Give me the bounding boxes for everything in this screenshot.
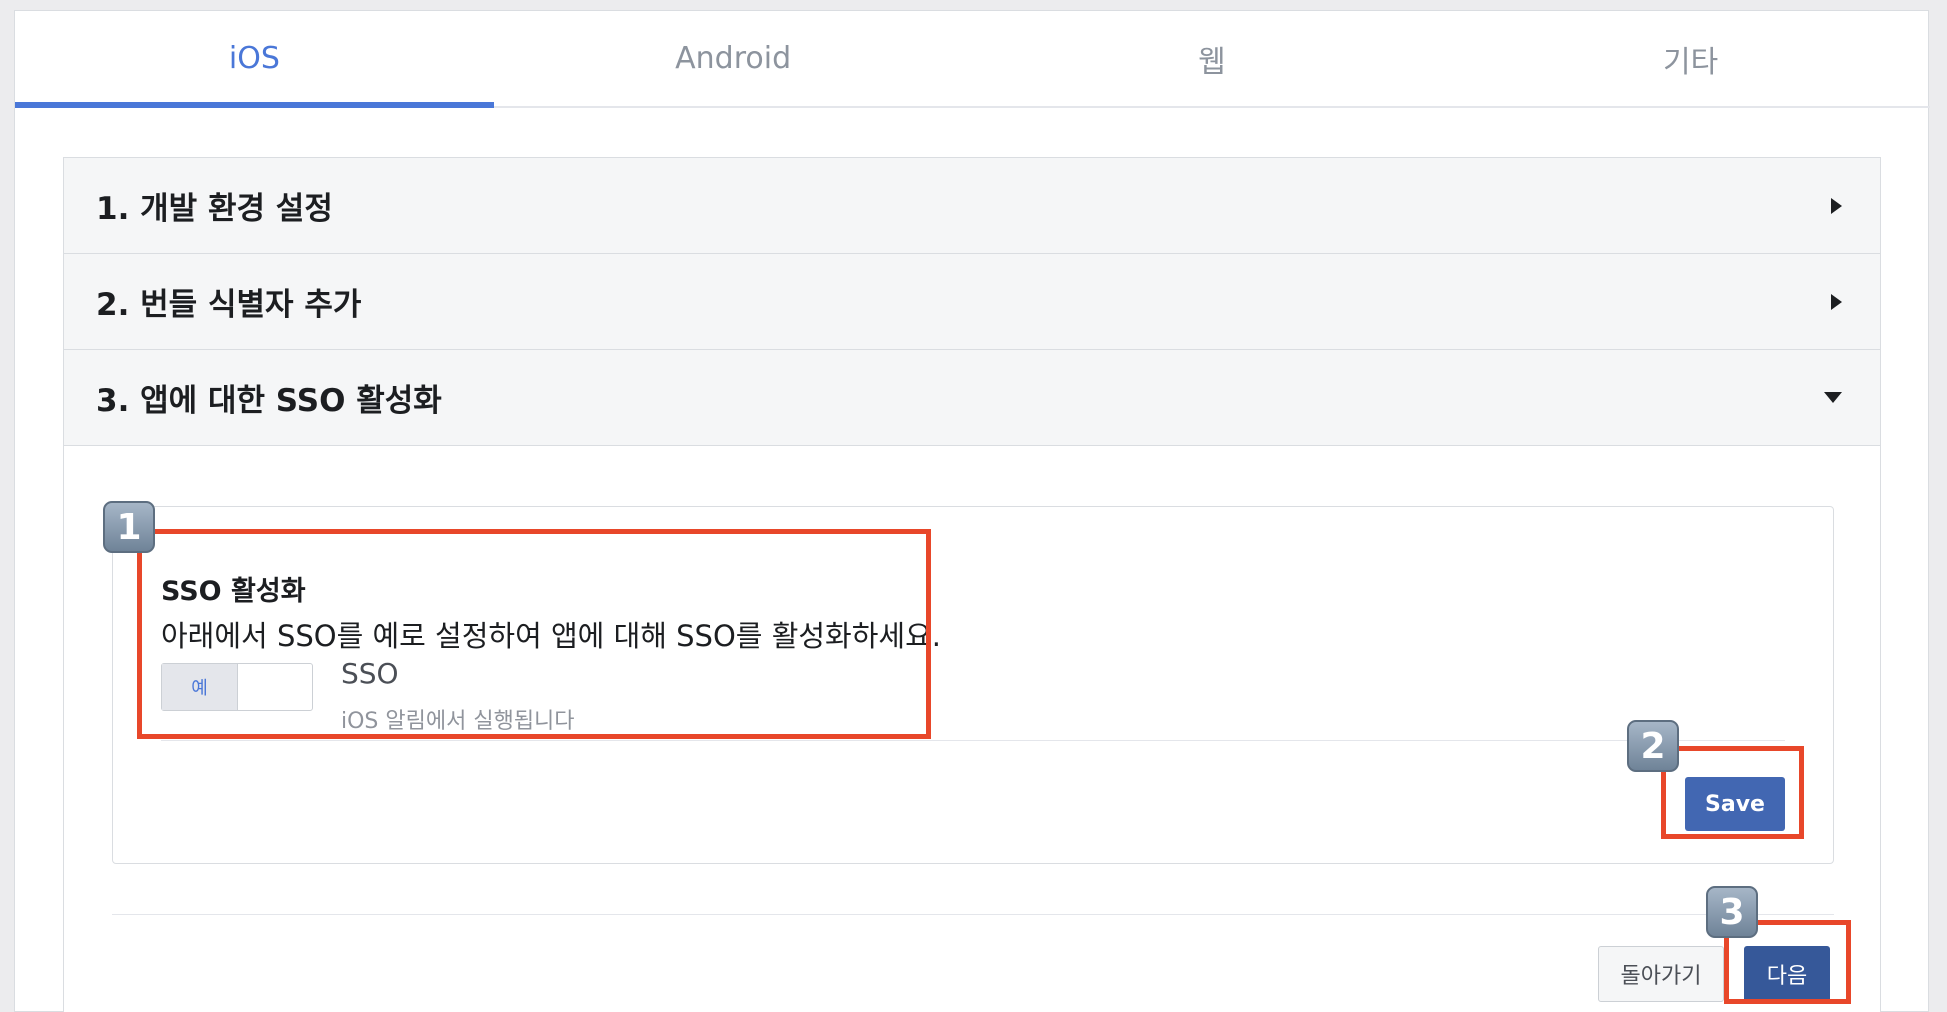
tab-ios[interactable]: iOS — [15, 11, 494, 108]
tab-web[interactable]: 웹 — [973, 11, 1452, 106]
sso-settings-panel: SSO 활성화 아래에서 SSO를 예로 설정하여 앱에 대해 SSO를 활성화… — [112, 506, 1834, 864]
sso-section-title: SSO 활성화 — [161, 576, 306, 607]
platform-tabs: iOS Android 웹 기타 — [15, 11, 1930, 108]
setup-accordion: 1. 개발 환경 설정 2. 번들 식별자 추가 3. 앱에 대한 SSO 활성… — [63, 157, 1881, 1012]
next-button[interactable]: 다음 — [1744, 946, 1830, 1002]
accordion-step-3-title: 3. 앱에 대한 SSO 활성화 — [96, 383, 442, 419]
footer-divider — [112, 914, 1834, 915]
accordion-step-3[interactable]: 3. 앱에 대한 SSO 활성화 — [64, 350, 1880, 446]
sso-option-subtext: iOS 알림에서 실행됩니다 — [341, 709, 575, 734]
step-badge-1: 1 — [103, 501, 155, 553]
toggle-yes-label: 예 — [162, 664, 238, 710]
divider — [161, 740, 1785, 741]
accordion-step-2-title: 2. 번들 식별자 추가 — [96, 287, 362, 323]
toggle-off-slot — [238, 664, 312, 710]
sso-option-label: SSO — [341, 657, 399, 690]
step-badge-3: 3 — [1706, 886, 1758, 938]
accordion-step-2[interactable]: 2. 번들 식별자 추가 — [64, 254, 1880, 350]
tab-android[interactable]: Android — [494, 11, 973, 106]
caret-down-icon — [1824, 392, 1842, 403]
caret-right-icon — [1831, 293, 1842, 310]
caret-right-icon — [1831, 197, 1842, 214]
save-button[interactable]: Save — [1685, 777, 1785, 831]
back-button[interactable]: 돌아가기 — [1598, 946, 1724, 1002]
tab-other[interactable]: 기타 — [1451, 11, 1930, 106]
accordion-step-1[interactable]: 1. 개발 환경 설정 — [64, 158, 1880, 254]
step-badge-2: 2 — [1627, 720, 1679, 772]
app-frame: iOS Android 웹 기타 1. 개발 환경 설정 2. 번들 식별자 추… — [14, 10, 1930, 1012]
sso-toggle[interactable]: 예 — [161, 663, 313, 711]
sso-description: 아래에서 SSO를 예로 설정하여 앱에 대해 SSO를 활성화하세요. — [161, 619, 941, 653]
accordion-step-1-title: 1. 개발 환경 설정 — [96, 191, 333, 227]
